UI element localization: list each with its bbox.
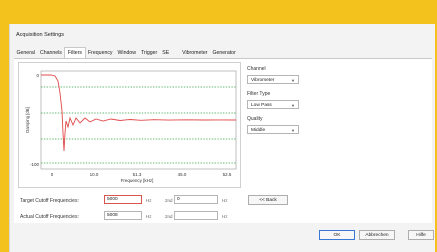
- y-tick: 0: [36, 73, 39, 78]
- cancel-button[interactable]: Abbrechen: [359, 230, 395, 240]
- target-second-input[interactable]: 0: [174, 195, 218, 204]
- tab-se[interactable]: SE: [160, 48, 172, 58]
- actual-cutoff-field: 5008: [104, 211, 142, 220]
- filter-type-label: Filter Type: [247, 91, 271, 97]
- y-axis-label: Damping [dB]: [25, 107, 30, 132]
- actual-second-label: 2nd: [165, 214, 173, 219]
- quality-value: Middle: [251, 128, 266, 133]
- tab-trigger[interactable]: Trigger: [138, 48, 159, 58]
- tab-bar: General Channels Filters Frequency Windo…: [14, 47, 238, 59]
- quality-select[interactable]: Middle ▼: [247, 125, 299, 134]
- actual-second-field: [174, 211, 218, 220]
- ok-button[interactable]: OK: [319, 230, 355, 240]
- x-tick: 10.0: [90, 172, 99, 177]
- actual-second-unit: Hz: [222, 214, 228, 219]
- x-tick: 0: [51, 172, 54, 177]
- tab-generator[interactable]: Generator: [210, 48, 238, 58]
- chevron-down-icon: ▼: [291, 78, 295, 83]
- filter-response-plot: 0 -100 Damping [dB] 0 10.0 51.3 45.0 52.…: [25, 70, 237, 183]
- target-cutoff-unit: Hz: [146, 198, 152, 203]
- tab-vibrometer[interactable]: Vibrometer: [180, 48, 210, 58]
- filters-panel: 0 -100 Damping [dB] 0 10.0 51.3 45.0 52.…: [14, 58, 432, 223]
- filter-type-value: Low Pass: [251, 103, 272, 108]
- chevron-down-icon: ▼: [291, 103, 295, 108]
- chevron-down-icon: ▼: [291, 128, 295, 133]
- quality-label: Quality: [247, 116, 263, 122]
- x-tick: 45.0: [178, 172, 187, 177]
- dialog-title: Acquisition Settings: [16, 32, 64, 38]
- channel-select[interactable]: Vibrometer ▼: [247, 75, 299, 84]
- filter-type-select[interactable]: Low Pass ▼: [247, 100, 299, 109]
- x-axis-label: Frequency [kHz]: [121, 178, 154, 183]
- tab-channels[interactable]: Channels: [37, 48, 64, 58]
- tab-window[interactable]: Window: [115, 48, 138, 58]
- channel-label: Channel: [247, 66, 266, 72]
- help-button[interactable]: Hilfe: [408, 230, 434, 240]
- actual-cutoff-unit: Hz: [146, 214, 152, 219]
- x-tick: 51.3: [133, 172, 142, 177]
- target-cutoff-label: Target Cutoff Frequencies:: [20, 198, 79, 204]
- x-tick: 52.5: [223, 172, 232, 177]
- tab-frequency[interactable]: Frequency: [86, 48, 116, 58]
- acquisition-settings-dialog: Acquisition Settings General Channels Fi…: [9, 24, 435, 252]
- target-second-label: 2nd: [165, 198, 173, 203]
- target-cutoff-input[interactable]: 5000: [104, 195, 142, 204]
- target-second-unit: Hz: [222, 198, 228, 203]
- filter-response-chart: 0 -100 Damping [dB] 0 10.0 51.3 45.0 52.…: [18, 62, 241, 188]
- actual-cutoff-label: Actual Cutoff Frequencies:: [20, 214, 79, 220]
- tab-general[interactable]: General: [14, 48, 37, 58]
- y-tick: -100: [30, 162, 40, 167]
- channel-value: Vibrometer: [251, 78, 275, 83]
- back-button[interactable]: << Back: [248, 195, 288, 205]
